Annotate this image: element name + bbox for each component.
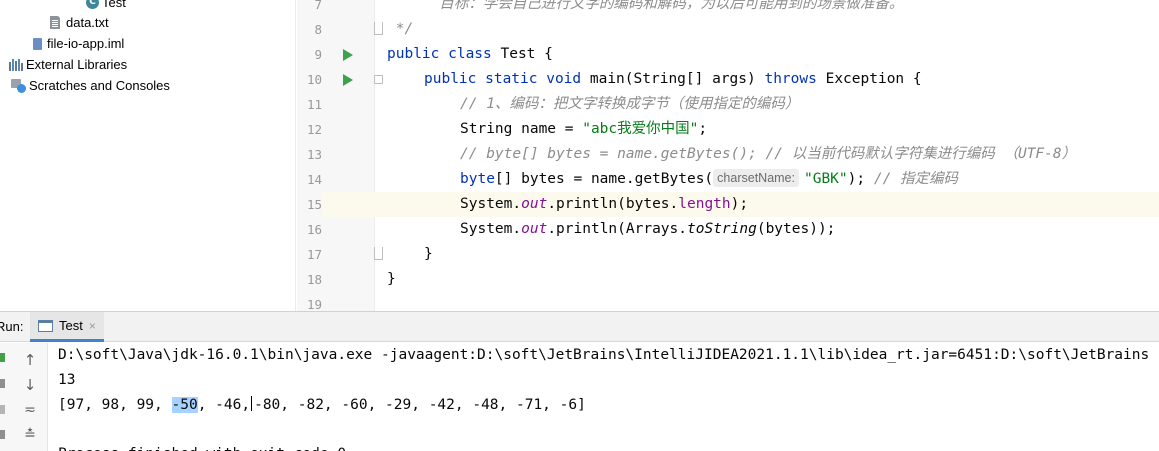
run-tool-header: Run: Test ×: [0, 312, 1159, 342]
line-number: 17: [306, 247, 322, 262]
run-tab-label: Test: [59, 318, 83, 333]
tree-item-data-txt[interactable]: data.txt: [50, 12, 109, 33]
tree-item-iml[interactable]: file-io-app.iml: [31, 33, 124, 54]
code-text: 目标：学会自己进行文字的编码和解码，为以后可能用到的场景做准备。: [387, 0, 904, 12]
line-number: 10: [306, 72, 322, 87]
code-line: 9 public class Test {: [297, 42, 1159, 67]
code-line: 13 // byte[] bytes = name.getBytes(); //…: [297, 142, 1159, 167]
code-text: }: [424, 246, 433, 262]
selected-text: -50: [171, 397, 198, 413]
code-text: System.out.println(Arrays.toString(bytes…: [460, 221, 836, 237]
code-line: 12 String name = "abc我爱你中国";: [297, 117, 1159, 142]
line-number: 14: [306, 172, 322, 187]
tree-item-external-libraries[interactable]: External Libraries: [9, 54, 127, 75]
tree-item-label: data.txt: [66, 15, 109, 30]
text-cursor: [251, 396, 253, 411]
code-line: 7 目标：学会自己进行文字的编码和解码，为以后可能用到的场景做准备。: [297, 0, 1159, 17]
code-text: */: [387, 21, 414, 37]
code-text: }: [387, 271, 396, 287]
code-text: byte[] bytes = name.getBytes(charsetName…: [460, 169, 959, 187]
tree-item-label: file-io-app.iml: [47, 36, 125, 51]
fold-end-marker[interactable]: [374, 22, 383, 35]
run-toolbar: ↑ ↓ ≂ ≛: [0, 343, 48, 451]
line-number: 12: [306, 122, 322, 137]
code-text: System.out.println(bytes.length);: [460, 196, 749, 212]
tree-item-label: Scratches and Consoles: [29, 78, 170, 93]
code-line: 11 // 1、编码：把文字转换成字节（使用指定的编码）: [297, 92, 1159, 117]
line-number: 8: [314, 22, 322, 37]
code-line: 17 }: [297, 242, 1159, 267]
line-number: 9: [314, 47, 322, 62]
pin-tab-icon[interactable]: [0, 430, 5, 439]
close-icon[interactable]: ×: [89, 319, 96, 333]
console-array-output[interactable]: [97, 98, 99, -50, -46, -80, -82, -60, -29…: [58, 393, 586, 418]
scroll-to-end-icon[interactable]: ≛: [22, 426, 38, 444]
text-file-icon: [50, 16, 60, 29]
soft-wrap-icon[interactable]: ≂: [22, 401, 38, 419]
code-text: // 1、编码：把文字转换成字节（使用指定的编码）: [460, 96, 800, 112]
project-tree: C Test data.txt file-io-app.iml External…: [0, 0, 296, 311]
code-line: 18 }: [297, 267, 1159, 292]
stop-icon[interactable]: [0, 379, 5, 388]
code-line: 16 System.out.println(Arrays.toString(by…: [297, 217, 1159, 242]
line-number: 13: [306, 147, 322, 162]
rerun-icon[interactable]: [0, 353, 5, 362]
run-config-icon: [38, 319, 53, 332]
console-exit-line: Process finished with exit code 0: [58, 442, 346, 451]
tree-item-scratches[interactable]: Scratches and Consoles: [11, 75, 170, 96]
line-number: 7: [314, 0, 322, 12]
line-number: 16: [306, 222, 322, 237]
code-line: 8 */: [297, 17, 1159, 42]
code-text: String name = "abc我爱你中国";: [460, 121, 708, 137]
tree-item-label: External Libraries: [26, 57, 128, 72]
run-tool-window: Run: Test × ↑ ↓ ≂ ≛ D:\soft\Java\jdk-16.…: [0, 311, 1159, 451]
java-class-icon: C: [86, 0, 99, 9]
scroll-up-icon[interactable]: ↑: [22, 351, 38, 369]
run-label: Run:: [0, 319, 24, 334]
code-text: public static void main(String[] args) t…: [424, 71, 922, 87]
line-number: 11: [306, 97, 322, 112]
restore-layout-icon[interactable]: [0, 405, 5, 414]
console-length-output: 13: [58, 372, 76, 388]
line-number: 19: [306, 297, 322, 311]
run-main-icon[interactable]: [343, 74, 353, 86]
parameter-hint: charsetName:: [713, 169, 799, 187]
code-line-current: 15 System.out.println(bytes.length);: [297, 192, 1159, 217]
fold-end-marker[interactable]: [374, 247, 383, 260]
line-number: 15: [297, 192, 322, 217]
code-line: 10 public static void main(String[] args…: [297, 67, 1159, 92]
code-text: public class Test {: [387, 46, 553, 62]
line-number: 18: [306, 272, 322, 287]
module-file-icon: [31, 37, 44, 50]
tree-item-label: Test: [102, 0, 126, 10]
libraries-icon: [9, 58, 23, 71]
code-text: // byte[] bytes = name.getBytes(); // 以当…: [460, 146, 1077, 162]
code-line: 19: [297, 292, 1159, 311]
scroll-down-icon[interactable]: ↓: [22, 376, 38, 394]
code-editor[interactable]: 7 目标：学会自己进行文字的编码和解码，为以后可能用到的场景做准备。 8 */ …: [297, 0, 1159, 311]
scratches-icon: [11, 78, 26, 93]
code-line: 14 byte[] bytes = name.getBytes(charsetN…: [297, 167, 1159, 192]
console-command-line: D:\soft\Java\jdk-16.0.1\bin\java.exe -ja…: [58, 347, 1150, 363]
fold-marker[interactable]: [374, 75, 383, 84]
run-class-icon[interactable]: [343, 49, 353, 61]
run-tab-test[interactable]: Test ×: [30, 312, 104, 342]
